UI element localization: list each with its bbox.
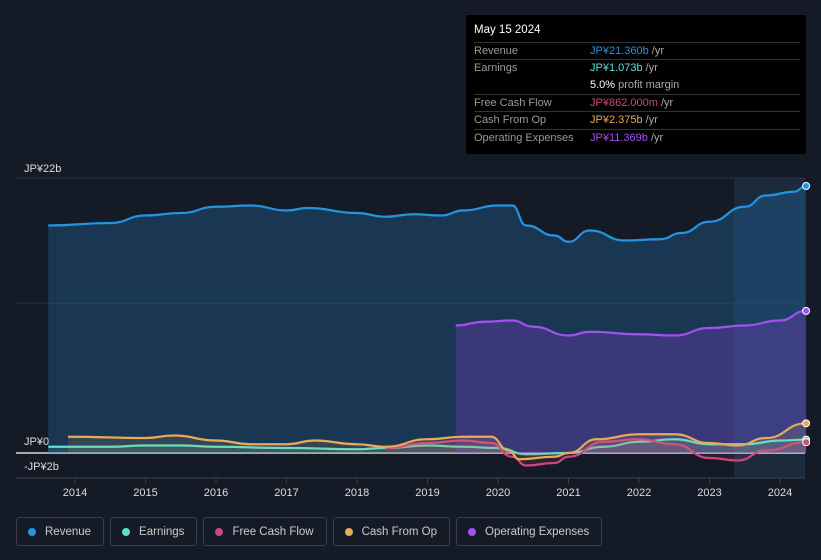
x-tick-label: 2024 [768, 487, 792, 499]
legend: Revenue Earnings Free Cash Flow Cash From O… [16, 517, 603, 546]
tooltip-unit: /yr [657, 96, 674, 109]
tooltip-unit: /yr [647, 131, 664, 144]
legend-label: Operating Expenses [485, 525, 590, 538]
legend-item-revenue[interactable]: Revenue [16, 517, 105, 546]
tooltip-value-wrap: 5.0% profit margin [590, 77, 679, 94]
tooltip-row: Earnings JP¥1.073b /yr [474, 59, 800, 77]
tooltip-unit: /yr [642, 114, 658, 127]
tooltip-row: Revenue JP¥21.360b /yr [474, 42, 800, 60]
y-tick-label: JP¥22b [24, 163, 61, 175]
tooltip-value: JP¥1.073b [590, 62, 643, 75]
x-tick-label: 2023 [697, 487, 721, 499]
legend-label: Earnings [139, 525, 185, 538]
tooltip-label: Cash From Op [474, 114, 547, 127]
tooltip-value-wrap: JP¥1.073b /yr [590, 60, 658, 77]
legend-dot-icon [122, 527, 131, 536]
tooltip: May 15 2024 Revenue JP¥21.360b /yr Earning… [466, 15, 806, 154]
x-tick-label: 2018 [345, 487, 369, 499]
legend-dot-icon [468, 527, 477, 536]
x-tick-label: 2020 [486, 487, 510, 499]
x-tick-label: 2017 [274, 487, 298, 499]
legend-label: Revenue [45, 525, 92, 538]
y-tick-label: JP¥0 [24, 436, 49, 448]
legend-item-free-cash-flow[interactable]: Free Cash Flow [203, 517, 327, 546]
tooltip-label: Revenue [474, 45, 519, 57]
y-tick-label: -JP¥2b [24, 461, 59, 473]
tooltip-value-wrap: JP¥2.375b /yr [590, 112, 658, 129]
x-tick-label: 2022 [627, 487, 651, 499]
tooltip-value: 5.0% [590, 78, 616, 91]
tooltip-row: Free Cash Flow JP¥862.000m /yr [474, 93, 800, 112]
tooltip-label: Operating Expenses [474, 131, 574, 144]
legend-dot-icon [28, 527, 36, 536]
series-end-point [802, 306, 811, 315]
tooltip-value-wrap: JP¥11.369b /yr [590, 130, 663, 147]
tooltip-date: May 15 2024 [474, 24, 541, 36]
tooltip-unit: /yr [648, 45, 664, 57]
tooltip-value-wrap: JP¥21.360b /yr [590, 43, 664, 60]
x-tick-label: 2021 [556, 487, 580, 499]
x-tick-label: 2019 [415, 487, 439, 499]
x-tick-label: 2016 [204, 487, 228, 499]
series-end-point [802, 182, 811, 190]
tooltip-row: Cash From Op JP¥2.375b /yr [474, 111, 800, 129]
tooltip-unit: profit margin [615, 78, 680, 91]
tooltip-label: Earnings [474, 62, 518, 75]
tooltip-unit: /yr [642, 62, 658, 75]
legend-item-earnings[interactable]: Earnings [110, 517, 198, 546]
x-tick-label: 2014 [63, 487, 87, 499]
tooltip-row: 5.0% profit margin [474, 77, 800, 94]
tooltip-value: JP¥21.360b [590, 45, 649, 57]
tooltip-value: JP¥862.000m [590, 96, 658, 109]
legend-item-operating-expenses[interactable]: Operating Expenses [456, 517, 603, 546]
legend-dot-icon [215, 527, 224, 536]
tooltip-row: Operating Expenses JP¥11.369b /yr [474, 128, 800, 147]
tooltip-label: Free Cash Flow [474, 96, 552, 109]
legend-label: Free Cash Flow [232, 525, 314, 538]
legend-dot-icon [344, 527, 353, 536]
tooltip-value-wrap: JP¥862.000m /yr [590, 95, 673, 112]
tooltip-value: JP¥2.375b [590, 114, 643, 127]
series-end-point [802, 419, 811, 428]
tooltip-value: JP¥11.369b [590, 131, 648, 144]
x-tick-label: 2015 [133, 487, 157, 499]
legend-item-cash-from-op[interactable]: Cash From Op [332, 517, 451, 546]
legend-label: Cash From Op [361, 525, 438, 538]
